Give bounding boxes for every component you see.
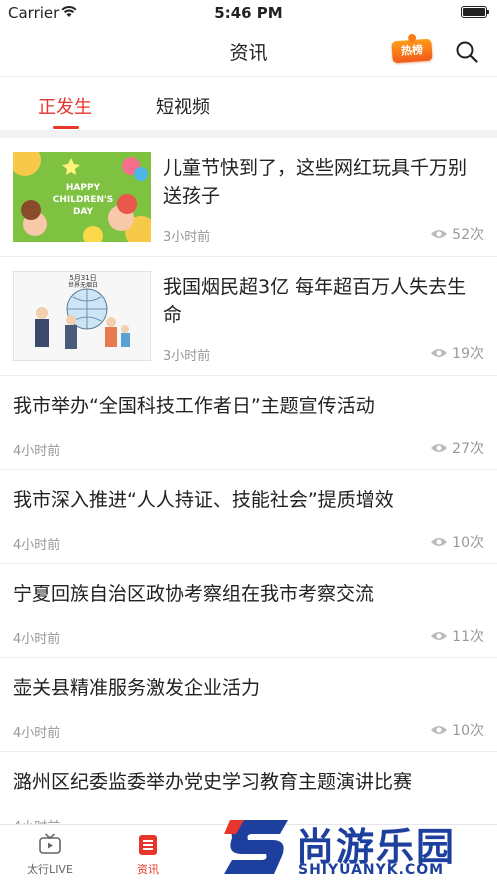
category-tabs: 正发生 短视频 [0,76,497,130]
search-icon[interactable] [455,40,479,64]
news-time: 4小时前 [13,632,61,647]
site-watermark: 尚游乐园 SHIYUANYK.COM [218,812,497,883]
news-title[interactable]: 我市举办“全国科技工作者日”主题宣传活动 [13,392,483,420]
news-title[interactable]: 潞州区纪委监委举办党史学习教育主题演讲比赛 [13,768,483,796]
view-count-value: 10次 [452,535,484,551]
news-time: 3小时前 [163,230,211,245]
view-count: 10次 [430,532,484,552]
tab-short-video[interactable]: 短视频 [156,93,210,119]
svg-text:5月31日: 5月31日 [69,274,96,282]
view-count: 11次 [430,626,484,646]
news-time: 4小时前 [13,538,61,553]
news-time: 4小时前 [13,444,61,459]
view-count-value: 27次 [452,441,484,457]
news-icon [139,835,157,855]
divider [0,130,497,138]
tv-icon [39,833,61,854]
eye-icon [431,444,448,452]
news-item[interactable]: 我市举办“全国科技工作者日”主题宣传活动 4小时前 27次 [0,376,497,470]
active-tab-indicator [53,126,79,129]
news-item[interactable]: HAPPY CHILDREN'S DAY 儿童节快到了，这些网红玩具千万别送孩子… [0,138,497,257]
svg-text:HAPPY: HAPPY [66,183,101,193]
view-count: 27次 [430,438,484,458]
news-title[interactable]: 我国烟民超3亿 每年超百万人失去生命 [163,273,483,329]
view-count-value: 10次 [452,723,484,739]
hot-list-button[interactable]: 热榜 [391,38,433,64]
news-item[interactable]: 壶关县精准服务激发企业活力 4小时前 10次 [0,658,497,752]
news-title[interactable]: 儿童节快到了，这些网红玩具千万别送孩子 [163,154,483,210]
nav-bar: 资讯 热榜 [0,26,497,76]
battery-icon [461,6,489,18]
news-time: 4小时前 [13,726,61,741]
eye-icon [431,538,448,546]
view-count-value: 19次 [452,346,484,362]
svg-text:世界无烟日: 世界无烟日 [68,281,98,289]
eye-icon [431,726,448,734]
watermark-logo [224,820,288,874]
tabbar-item-news[interactable]: 资讯 [108,833,188,877]
news-item[interactable]: 我市深入推进“人人持证、技能社会”提质增效 4小时前 10次 [0,470,497,564]
eye-icon [431,349,448,357]
watermark-url: SHIYUANYK.COM [298,862,445,878]
childrens-day-thumbnail: HAPPY CHILDREN'S DAY [13,152,151,242]
view-count-value: 11次 [452,629,484,645]
clock: 5:46 PM [214,4,283,22]
no-tobacco-day-thumbnail: 5月31日 世界无烟日 [13,271,151,361]
status-bar: Carrier 5:46 PM [0,0,497,26]
view-count: 52次 [430,224,484,244]
news-item[interactable]: 宁夏回族自治区政协考察组在我市考察交流 4小时前 11次 [0,564,497,658]
news-title[interactable]: 宁夏回族自治区政协考察组在我市考察交流 [13,580,483,608]
eye-icon [431,632,448,640]
news-title[interactable]: 我市深入推进“人人持证、技能社会”提质增效 [13,486,483,514]
eye-icon [431,230,448,238]
view-count-value: 52次 [452,227,484,243]
news-feed[interactable]: HAPPY CHILDREN'S DAY 儿童节快到了，这些网红玩具千万别送孩子… [0,138,497,824]
news-item[interactable]: 5月31日 世界无烟日 我国烟民超3亿 每年超百万人失去生命 3小时前 19次 [0,257,497,376]
view-count: 10次 [430,720,484,740]
svg-text:CHILDREN'S: CHILDREN'S [53,195,114,205]
tabbar-label: 资讯 [137,863,159,876]
view-count: 19次 [430,343,484,363]
tab-happening[interactable]: 正发生 [38,93,92,119]
svg-text:DAY: DAY [73,207,94,217]
news-title[interactable]: 壶关县精准服务激发企业活力 [13,674,483,702]
tabbar-item-live[interactable]: 太行LIVE [10,833,90,877]
news-time: 4小时前 [13,816,60,824]
tabbar-label: 太行LIVE [27,863,73,876]
news-time: 3小时前 [163,349,211,364]
